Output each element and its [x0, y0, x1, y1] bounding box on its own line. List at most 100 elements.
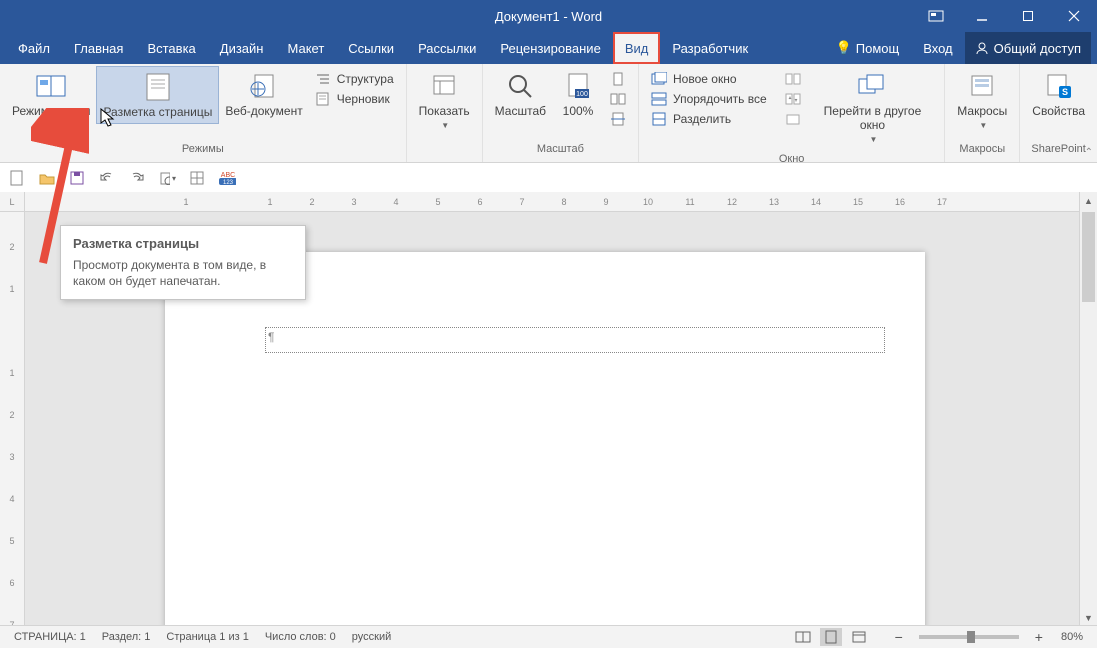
share-icon — [975, 41, 989, 55]
scroll-up-icon[interactable]: ▲ — [1080, 192, 1097, 209]
spelling-button[interactable]: 123ABC — [218, 169, 236, 187]
arrange-all-button[interactable]: Упорядочить все — [647, 90, 771, 108]
text-frame: ¶ — [265, 327, 885, 353]
quick-access-toolbar: ▾ 123ABC — [0, 163, 1097, 194]
group-label-zoom: Масштаб — [537, 141, 584, 162]
reset-window-button[interactable] — [781, 110, 805, 128]
show-button[interactable]: Показать▼ — [413, 66, 476, 137]
zoom-out-button[interactable]: − — [891, 629, 907, 645]
status-language[interactable]: русский — [344, 631, 399, 643]
print-preview-button[interactable]: ▾ — [158, 169, 176, 187]
split-button[interactable]: Разделить — [647, 110, 771, 128]
vertical-scrollbar[interactable]: ▲ ▼ — [1079, 192, 1097, 626]
open-button[interactable] — [38, 169, 56, 187]
split-icon — [651, 111, 667, 127]
tab-review[interactable]: Рецензирование — [488, 32, 612, 64]
tooltip: Разметка страницы Просмотр документа в т… — [60, 225, 306, 300]
zoom-extras — [604, 66, 632, 132]
page-width-button[interactable] — [606, 110, 630, 128]
new-doc-button[interactable] — [8, 169, 26, 187]
multi-page-icon — [610, 91, 626, 107]
side-by-side-icon — [785, 71, 801, 87]
maximize-button[interactable] — [1005, 0, 1051, 32]
macros-button[interactable]: Макросы▼ — [951, 66, 1013, 137]
sync-scroll-icon — [785, 91, 801, 107]
show-icon — [428, 70, 460, 102]
vertical-ruler[interactable]: 211234567 — [0, 212, 25, 626]
web-layout-button[interactable]: Веб-документ — [219, 66, 308, 122]
tab-mailings[interactable]: Рассылки — [406, 32, 488, 64]
outline-icon — [315, 71, 331, 87]
group-label-sharepoint: SharePoint — [1031, 141, 1085, 162]
ribbon-tabs: Файл Главная Вставка Дизайн Макет Ссылки… — [0, 32, 1097, 64]
one-page-button[interactable] — [606, 70, 630, 88]
read-mode-button[interactable]: Режим чтения — [6, 66, 96, 122]
properties-button[interactable]: S Свойства — [1026, 66, 1091, 122]
zoom-button[interactable]: Масштаб — [489, 66, 552, 122]
tab-view[interactable]: Вид — [613, 32, 661, 64]
page[interactable]: ¶ — [165, 252, 925, 626]
view-side-by-side-button[interactable] — [781, 70, 805, 88]
web-layout-view-button[interactable] — [848, 628, 870, 646]
tab-references[interactable]: Ссылки — [336, 32, 406, 64]
tab-file[interactable]: Файл — [6, 32, 62, 64]
outline-button[interactable]: Структура — [311, 70, 398, 88]
draft-button[interactable]: Черновик — [311, 90, 398, 108]
print-layout-icon — [142, 71, 174, 103]
group-label-macros: Макросы — [959, 141, 1005, 162]
ribbon-display-options-icon[interactable] — [913, 0, 959, 32]
svg-text:123: 123 — [223, 180, 234, 185]
paragraph-mark-icon: ¶ — [268, 330, 274, 344]
status-word-count[interactable]: Число слов: 0 — [257, 631, 344, 643]
sign-in[interactable]: Вход — [911, 32, 964, 64]
group-label-views: Режимы — [182, 141, 224, 162]
zoom-100-button[interactable]: 100 100% — [552, 66, 604, 122]
tab-insert[interactable]: Вставка — [135, 32, 207, 64]
tab-layout[interactable]: Макет — [275, 32, 336, 64]
reset-window-icon — [785, 111, 801, 127]
status-bar: СТРАНИЦА: 1 Раздел: 1 Страница 1 из 1 Чи… — [0, 625, 1097, 648]
tab-design[interactable]: Дизайн — [208, 32, 276, 64]
status-section[interactable]: Раздел: 1 — [94, 631, 159, 643]
new-window-icon — [651, 71, 667, 87]
macros-icon — [966, 70, 998, 102]
scrollbar-thumb[interactable] — [1082, 212, 1095, 302]
print-layout-button[interactable]: Разметка страницы — [96, 66, 219, 124]
tooltip-body: Просмотр документа в том виде, в каком о… — [73, 257, 293, 289]
tell-me[interactable]: 💡Помощ — [824, 32, 912, 64]
share-button[interactable]: Общий доступ — [965, 32, 1091, 64]
print-layout-view-button[interactable] — [820, 628, 842, 646]
read-mode-view-button[interactable] — [792, 628, 814, 646]
save-button[interactable] — [68, 169, 86, 187]
multi-page-button[interactable] — [606, 90, 630, 108]
collapse-ribbon-button[interactable]: ⌃ — [1085, 147, 1093, 158]
switch-windows-button[interactable]: Перейти в другое окно▼ — [807, 66, 939, 151]
horizontal-ruler[interactable]: 11234567891011121314151617 — [25, 192, 1097, 212]
zoom-100-icon: 100 — [562, 70, 594, 102]
new-window-button[interactable]: Новое окно — [647, 70, 771, 88]
zoom-in-button[interactable]: + — [1031, 629, 1047, 645]
draft-icon — [315, 91, 331, 107]
read-mode-icon — [35, 70, 67, 102]
tab-developer[interactable]: Разработчик — [660, 32, 760, 64]
switch-windows-icon — [856, 70, 888, 102]
tab-home[interactable]: Главная — [62, 32, 135, 64]
ruler-corner[interactable]: L — [0, 192, 25, 212]
svg-text:ABC: ABC — [221, 172, 235, 179]
redo-button[interactable] — [128, 169, 146, 187]
table-button[interactable] — [188, 169, 206, 187]
undo-button[interactable] — [98, 169, 116, 187]
window-title: Документ1 - Word — [495, 9, 602, 24]
web-layout-icon — [248, 70, 280, 102]
ribbon: Режим чтения Разметка страницы Веб-докум… — [0, 64, 1097, 163]
zoom-slider[interactable] — [919, 635, 1019, 639]
svg-text:100: 100 — [576, 91, 588, 98]
one-page-icon — [610, 71, 626, 87]
sync-scroll-button[interactable] — [781, 90, 805, 108]
close-button[interactable] — [1051, 0, 1097, 32]
scroll-down-icon[interactable]: ▼ — [1080, 609, 1097, 626]
zoom-level[interactable]: 80% — [1053, 631, 1091, 643]
status-page-of[interactable]: Страница 1 из 1 — [158, 631, 256, 643]
minimize-button[interactable] — [959, 0, 1005, 32]
status-page[interactable]: СТРАНИЦА: 1 — [6, 631, 94, 643]
